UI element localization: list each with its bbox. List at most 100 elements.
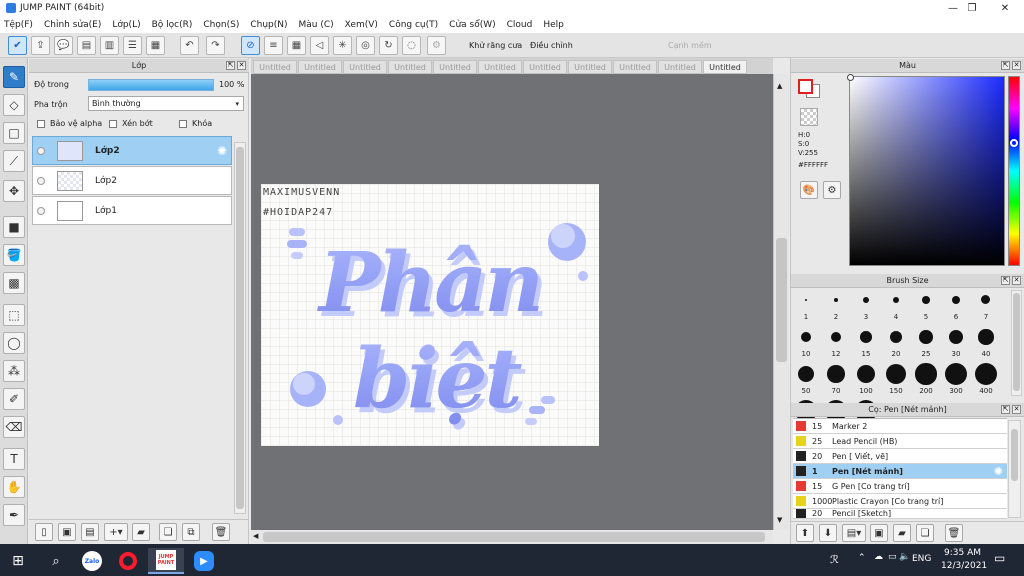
brush-size-dot[interactable] (863, 297, 869, 303)
eraser-tool-icon[interactable]: ◇ (3, 94, 25, 116)
new-raster-icon[interactable]: ▣ (58, 523, 76, 541)
panel-close-icon[interactable]: ✕ (237, 61, 246, 70)
people-icon[interactable]: ℛ (830, 553, 839, 566)
brush-size-dot[interactable] (885, 363, 906, 384)
panel-close-icon[interactable]: ✕ (1012, 276, 1021, 285)
menu-cloud[interactable]: Cloud (507, 20, 533, 30)
tray-chevron-icon[interactable]: ⌃ (858, 553, 866, 563)
artwork-canvas[interactable]: MAXIMUSVENN #HOIDAP247 Phân Phân biệt bi… (261, 184, 599, 446)
opera-app-icon[interactable] (110, 548, 146, 574)
select-pen-tool-icon[interactable]: ✐ (3, 388, 25, 410)
close-button[interactable]: ✕ (988, 0, 1022, 16)
brush-size-dot[interactable] (981, 295, 991, 305)
rect-select-tool-icon[interactable]: ⬚ (3, 304, 25, 326)
brush-size-scroll-thumb[interactable] (1013, 293, 1020, 391)
hue-slider[interactable] (1008, 76, 1020, 266)
menu-capture[interactable]: Chụp(N) (250, 20, 287, 30)
brush-size-dot[interactable] (800, 331, 812, 343)
document-tab[interactable]: Untitled (523, 60, 567, 74)
menu-view[interactable]: Xem(V) (345, 20, 378, 30)
maximize-button[interactable]: ❐ (955, 0, 989, 16)
delete-layer-icon[interactable]: 🗑 (212, 523, 230, 541)
brush-size-dot[interactable] (833, 297, 839, 303)
brush-item[interactable]: 1000 Plastic Crayon [Co trang trí] (793, 494, 1007, 509)
color-palette-icon[interactable]: 🎨 (800, 181, 818, 199)
document-tab[interactable]: Untitled (568, 60, 612, 74)
zalo-app-icon[interactable]: Zalo (74, 548, 110, 574)
brush-size-dot[interactable] (830, 331, 842, 343)
brush-size-dot[interactable] (919, 330, 933, 344)
brush-page-icon[interactable]: ▣ (870, 524, 888, 542)
clip-checkbox[interactable] (109, 120, 117, 128)
menu-layer[interactable]: Lớp(L) (112, 20, 140, 30)
cloud-tray-icon[interactable]: ☁ (874, 552, 883, 562)
brush-list-scrollbar[interactable] (1008, 420, 1021, 518)
duplicate-layer-icon[interactable]: ❏ (159, 523, 177, 541)
folder-icon[interactable]: ▰ (132, 523, 150, 541)
brush-add-menu-icon[interactable]: ▤▾ (842, 524, 866, 542)
brush-list-scroll-thumb[interactable] (1011, 429, 1018, 481)
perspective-ruler-icon[interactable]: ◁ (310, 36, 329, 55)
layer-row[interactable]: Lớp1 (32, 196, 232, 225)
brush-download-icon[interactable]: ⬇ (819, 524, 837, 542)
document-tab[interactable]: Untitled (298, 60, 342, 74)
menu-select[interactable]: Chọn(S) (203, 20, 239, 30)
clock-time[interactable]: 9:35 AM (944, 548, 981, 558)
panel-float-icon[interactable]: ⇱ (1001, 61, 1010, 70)
document-tab[interactable]: Untitled (343, 60, 387, 74)
battery-icon[interactable]: ▭ (888, 552, 897, 562)
visibility-icon[interactable] (37, 206, 45, 215)
concentric-ruler-icon[interactable]: ◎ (356, 36, 375, 55)
panel-close-icon[interactable]: ✕ (1012, 405, 1021, 414)
search-icon[interactable]: ⌕ (38, 548, 74, 574)
document-tab-active[interactable]: Untitled (703, 60, 747, 74)
new-layer-icon[interactable]: ▯ (35, 523, 53, 541)
brush-size-dot[interactable] (889, 330, 903, 344)
speech-bubble-icon[interactable]: 💬 (54, 36, 73, 55)
document-tab[interactable]: Untitled (433, 60, 477, 74)
language-indicator[interactable]: ENG (912, 554, 931, 564)
no-ruler-icon[interactable]: ⊘ (241, 36, 260, 55)
bucket-tool-icon[interactable]: 🪣 (3, 244, 25, 266)
brush-size-dot[interactable] (948, 329, 964, 345)
notification-icon[interactable]: ▭ (994, 551, 1005, 565)
protect-alpha-checkbox[interactable] (37, 120, 45, 128)
select-rect-tool-icon[interactable]: □ (3, 122, 25, 144)
text-panel-icon[interactable]: ▤ (77, 36, 96, 55)
document-tab[interactable]: Untitled (253, 60, 297, 74)
brush-item[interactable]: 15 Marker 2 (793, 419, 1007, 434)
document-tab[interactable]: Untitled (478, 60, 522, 74)
blend-mode-select[interactable]: Bình thường ▾ (88, 96, 244, 111)
brush-size-dot[interactable] (827, 365, 845, 383)
brush-item-selected[interactable]: 1 Pen [Nét mảnh] ✺ (793, 464, 1007, 479)
menu-edit[interactable]: Chỉnh sửa(E) (44, 20, 101, 30)
menu-color[interactable]: Màu (C) (299, 20, 334, 30)
cloud-sync-icon[interactable]: ✔ (8, 36, 27, 55)
document-tab[interactable]: Untitled (613, 60, 657, 74)
select-eraser-tool-icon[interactable]: ⌫ (3, 416, 25, 438)
brush-size-dot[interactable] (978, 329, 994, 345)
line-tool-icon[interactable]: ⟋ (3, 150, 25, 172)
zoom-app-icon[interactable]: ▶ (186, 548, 222, 574)
brush-size-dot[interactable] (860, 331, 872, 343)
menu-window[interactable]: Cửa sổ(W) (449, 20, 495, 30)
undo-icon[interactable]: ↶ (180, 36, 199, 55)
menu-filter[interactable]: Bộ lọc(R) (152, 20, 193, 30)
brush-upload-icon[interactable]: ⬆ (796, 524, 814, 542)
opacity-slider[interactable] (88, 79, 214, 91)
layer-row[interactable]: Lớp2 ✺ (32, 136, 232, 165)
volume-icon[interactable]: 🔈 (899, 552, 910, 562)
foreground-color-swatch[interactable] (798, 79, 813, 94)
merge-layer-icon[interactable]: ⧉ (182, 523, 200, 541)
brush-size-dot[interactable] (856, 364, 876, 384)
ellipse-ruler-icon[interactable]: ◌ (402, 36, 421, 55)
scroll-down-icon[interactable]: ▼ (777, 516, 782, 524)
scroll-up-icon[interactable]: ▲ (777, 82, 782, 90)
radial-ruler-icon[interactable]: ✳ (333, 36, 352, 55)
magic-wand-tool-icon[interactable]: ⁂ (3, 360, 25, 382)
transparent-color-swatch[interactable] (800, 108, 818, 126)
eyedropper-tool-icon[interactable]: ✒ (3, 504, 25, 526)
scroll-left-icon[interactable]: ◀ (253, 532, 258, 540)
new-halftone-icon[interactable]: ▤ (81, 523, 99, 541)
lock-checkbox[interactable] (179, 120, 187, 128)
